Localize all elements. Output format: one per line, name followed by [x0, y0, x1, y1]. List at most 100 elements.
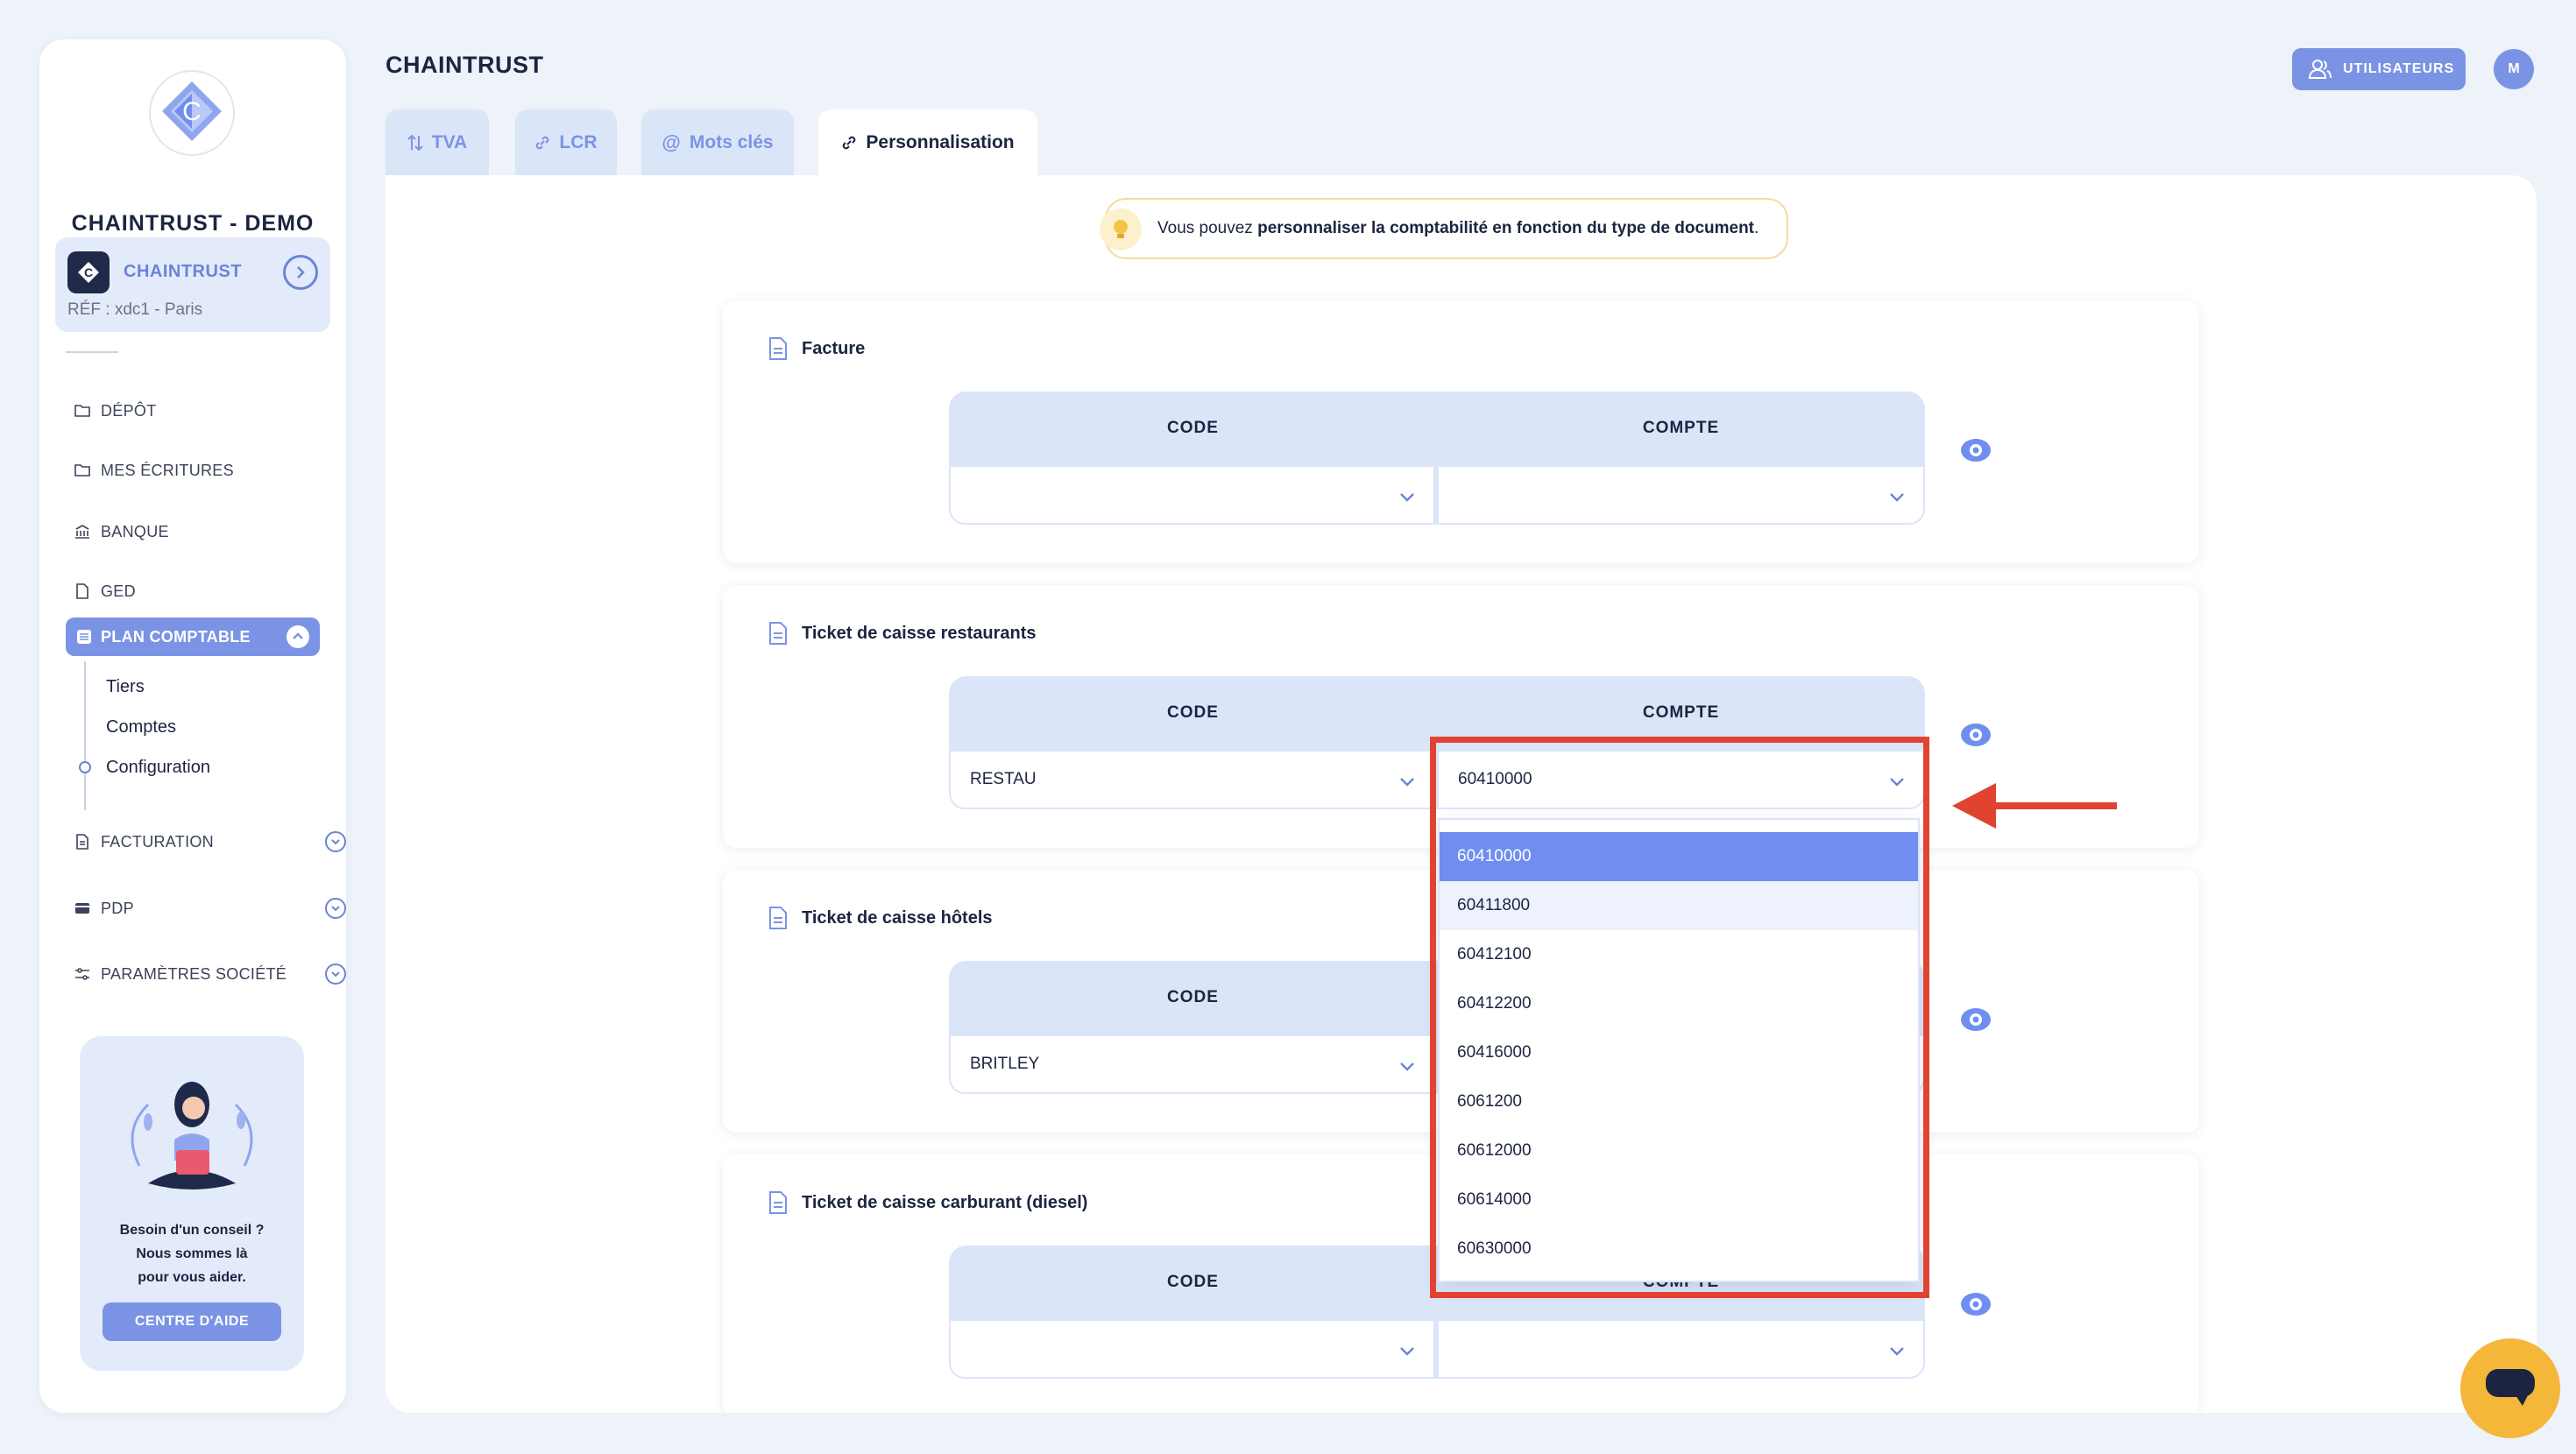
subnav-item-tiers[interactable]: Tiers — [106, 677, 145, 697]
company-logo-icon: C — [149, 70, 235, 156]
tab-label: Personnalisation — [866, 132, 1015, 152]
help-line-2: Nous sommes là — [136, 1246, 248, 1261]
subnav-item-comptes[interactable]: Comptes — [106, 717, 176, 738]
chevron-down-icon — [1890, 1347, 1904, 1356]
annotation-highlight-box — [1430, 737, 1929, 1298]
mapping-table: CODE COMPTE — [949, 392, 1925, 525]
chevron-down-icon — [1400, 1062, 1414, 1071]
sidebar-item-banque[interactable]: BANQUE — [73, 514, 169, 549]
tab-label: Mots clés — [689, 132, 774, 152]
chevron-right-icon[interactable] — [283, 255, 318, 290]
subnav-item-configuration[interactable]: Configuration — [106, 758, 210, 778]
section-facture: Facture CODE COMPTE — [723, 300, 2199, 563]
link-icon — [841, 135, 857, 151]
eye-icon[interactable] — [1960, 434, 1992, 466]
column-header-code: CODE — [1167, 1273, 1219, 1291]
svg-text:C: C — [182, 97, 202, 126]
document-icon — [768, 337, 788, 360]
compte-select[interactable] — [1437, 465, 1925, 525]
chevron-down-icon — [1400, 1347, 1414, 1356]
code-select[interactable]: RESTAU — [949, 750, 1435, 809]
sliders-icon — [73, 964, 92, 984]
sidebar-item-label: DÉPÔT — [101, 401, 157, 420]
sidebar-divider — [66, 351, 118, 353]
tab-mots-cles[interactable]: @ Mots clés — [641, 109, 794, 176]
folder-icon — [73, 401, 92, 420]
sidebar-item-ged[interactable]: GED — [73, 574, 136, 609]
sidebar-item-label: PLAN COMPTABLE — [101, 627, 251, 646]
code-select[interactable]: BRITLEY — [949, 1034, 1435, 1094]
subnav-line — [84, 661, 86, 810]
document-icon — [768, 907, 788, 929]
chat-icon — [2486, 1369, 2535, 1406]
company-ref: RÉF : xdc1 - Paris — [67, 300, 203, 319]
bank-icon — [73, 522, 92, 541]
code-select[interactable] — [949, 465, 1435, 525]
tab-tva[interactable]: TVA — [386, 109, 489, 176]
card-icon — [73, 899, 92, 918]
code-value: BRITLEY — [970, 1055, 1040, 1073]
sidebar-item-parametres[interactable]: PARAMÈTRES SOCIÉTÉ — [73, 956, 346, 992]
sidebar-item-ecritures[interactable]: MES ÉCRITURES — [73, 453, 234, 488]
compte-select[interactable] — [1437, 1319, 1925, 1379]
sidebar-item-label: GED — [101, 582, 136, 600]
sort-arrows-icon — [407, 134, 423, 152]
link-icon — [534, 135, 550, 151]
chevron-down-icon[interactable] — [325, 831, 346, 852]
chevron-down-icon — [1400, 493, 1414, 502]
users-button-label: UTILISATEURS — [2343, 61, 2455, 76]
sidebar-item-label: PARAMÈTRES SOCIÉTÉ — [101, 964, 287, 983]
tab-lcr[interactable]: LCR — [515, 109, 617, 176]
company-title: CHAINTRUST - DEMO — [71, 211, 315, 236]
sidebar: C CHAINTRUST - DEMO C CHAINTRUST RÉF : x… — [39, 39, 346, 1413]
avatar[interactable]: M — [2494, 49, 2534, 89]
sidebar-item-label: BANQUE — [101, 522, 169, 540]
at-icon: @ — [662, 131, 681, 153]
tab-personnalisation[interactable]: Personnalisation — [818, 109, 1037, 176]
subnav-active-dot — [79, 761, 91, 773]
svg-text:C: C — [84, 265, 93, 279]
document-icon — [73, 582, 92, 601]
company-name: CHAINTRUST — [124, 262, 242, 281]
lightbulb-icon — [1100, 208, 1142, 251]
users-icon — [2308, 60, 2332, 79]
info-notice: Vous pouvez personnaliser la comptabilit… — [1100, 198, 1788, 259]
chat-button[interactable] — [2460, 1338, 2560, 1438]
folder-icon — [73, 461, 92, 480]
users-button[interactable]: UTILISATEURS — [2292, 48, 2466, 90]
chevron-down-icon[interactable] — [325, 898, 346, 919]
annotation-arrow-icon — [1952, 783, 2117, 829]
sidebar-item-label: PDP — [101, 899, 134, 917]
help-card: Besoin d'un conseil ? Nous sommes là pou… — [80, 1036, 304, 1371]
section-title: Ticket de caisse carburant (diesel) — [802, 1192, 1088, 1212]
chevron-down-icon[interactable] — [325, 963, 346, 985]
tab-label: LCR — [559, 132, 598, 152]
section-title: Facture — [802, 338, 866, 358]
tab-label: TVA — [431, 132, 468, 152]
notice-prefix: Vous pouvez — [1157, 219, 1258, 237]
notice-suffix: . — [1754, 219, 1759, 237]
help-line-3: pour vous aider. — [138, 1270, 246, 1285]
chevron-down-icon — [1400, 778, 1414, 787]
column-header-code: CODE — [1167, 988, 1219, 1006]
code-value: RESTAU — [970, 770, 1037, 788]
invoice-icon — [73, 832, 92, 851]
sidebar-item-label: MES ÉCRITURES — [101, 461, 234, 479]
eye-icon[interactable] — [1960, 719, 1992, 751]
eye-icon[interactable] — [1960, 1004, 1992, 1035]
notice-bold: personnaliser la comptabilité en fonctio… — [1257, 219, 1755, 237]
sidebar-item-pdp[interactable]: PDP — [73, 891, 346, 926]
eye-icon[interactable] — [1960, 1288, 1992, 1320]
section-title: Ticket de caisse restaurants — [802, 623, 1037, 643]
sidebar-item-plan-comptable[interactable]: PLAN COMPTABLE — [66, 618, 320, 656]
company-switcher[interactable]: C CHAINTRUST RÉF : xdc1 - Paris — [55, 237, 330, 332]
code-select[interactable] — [949, 1319, 1435, 1379]
document-icon — [768, 1191, 788, 1214]
page-title: CHAINTRUST — [386, 52, 544, 78]
sidebar-item-facturation[interactable]: FACTURATION — [73, 824, 346, 859]
help-illustration-icon — [131, 1082, 253, 1189]
help-center-button[interactable]: CENTRE D'AIDE — [103, 1302, 281, 1341]
chevron-up-icon[interactable] — [287, 625, 309, 648]
sidebar-item-depot[interactable]: DÉPÔT — [73, 393, 157, 428]
column-header-compte: COMPTE — [1642, 419, 1720, 437]
